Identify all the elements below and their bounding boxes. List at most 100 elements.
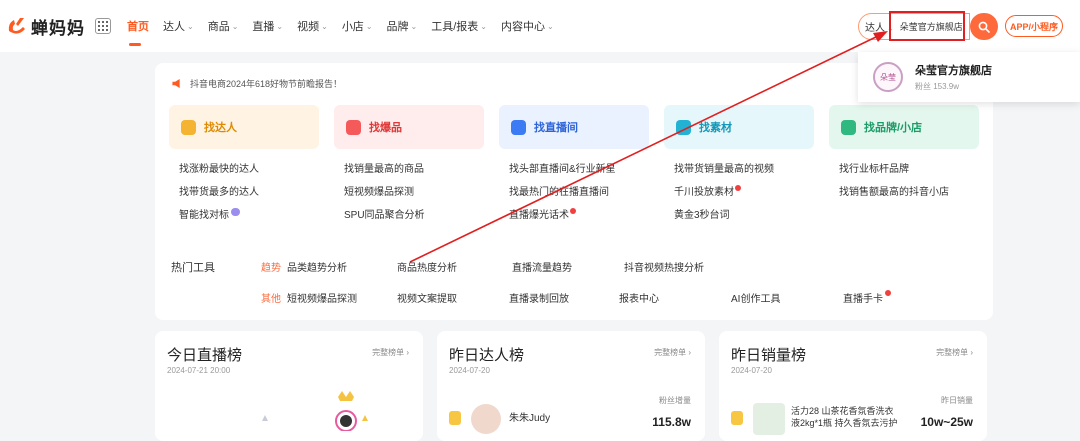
nav-item-brand[interactable]: 品牌 ⌄ <box>387 0 418 52</box>
card-title: 昨日销量榜 <box>731 347 807 364</box>
category-link[interactable]: 找销售额最高的抖音小店 <box>839 185 1004 208</box>
hot-tool-link[interactable]: 视频文案提取 <box>397 290 509 305</box>
talent-name[interactable]: 朱朱Judy <box>509 409 550 424</box>
category-link[interactable]: SPU同品聚合分析 <box>344 208 509 231</box>
category-link-column: 找头部直播间&行业新星找最热门的在播直播间 直播爆光话术 <box>509 162 674 231</box>
column-header: 粉丝增量 <box>659 396 691 405</box>
category-icon <box>676 119 691 135</box>
card-title: 昨日达人榜 <box>449 347 525 364</box>
link-text: 智能找对标 <box>179 210 229 221</box>
fans-increase: 115.8w <box>652 415 691 429</box>
category-link[interactable]: 找行业标杆品牌 <box>839 162 1004 185</box>
full-list-link[interactable]: 完整榜单 › <box>654 347 691 358</box>
annotation-highlight-box <box>889 11 965 41</box>
hot-tool-link[interactable]: 直播流量趋势 <box>512 259 624 274</box>
category-link[interactable]: 找最热门的在播直播间 <box>509 185 674 208</box>
category-icon <box>181 119 196 135</box>
nav-item-home[interactable]: 首页 <box>127 0 149 52</box>
category-link[interactable]: 直播爆光话术 <box>509 208 674 231</box>
new-dot-icon <box>570 208 576 214</box>
category-icon <box>346 119 361 135</box>
category-tile[interactable]: 找直播间 <box>499 105 649 149</box>
chevron-down-icon: ⌄ <box>231 21 239 31</box>
link-text: 短视频爆品探测 <box>344 187 414 198</box>
link-text: 找最热门的在播直播间 <box>509 187 609 198</box>
search-button[interactable] <box>970 13 998 40</box>
brand-logo[interactable]: 蝉妈妈 <box>6 14 85 39</box>
sales-volume: 10w~25w <box>920 415 973 429</box>
hot-tools-title: 热门工具 <box>171 262 215 274</box>
product-thumbnail <box>753 403 785 435</box>
category-link-column: 找带货销量最高的视频千川投放素材 黄金3秒台词 <box>674 162 839 231</box>
hot-tool-link[interactable]: 直播手卡 <box>843 290 903 305</box>
card-date: 2024-07-21 20:00 <box>167 366 231 375</box>
link-text: 找涨粉最快的达人 <box>179 164 259 175</box>
category-label: 找品牌/小店 <box>864 122 923 134</box>
nav-item-goods[interactable]: 商品 ⌄ <box>208 0 239 52</box>
full-list-link[interactable]: 完整榜单 › <box>936 347 973 358</box>
category-label: 找素材 <box>699 122 732 134</box>
category-link[interactable]: 千川投放素材 <box>674 185 839 208</box>
search-type-label: 达人 <box>865 23 885 34</box>
category-link[interactable]: 找涨粉最快的达人 <box>179 162 344 185</box>
card-date: 2024-07-20 <box>449 366 490 375</box>
link-text: 找带货销量最高的视频 <box>674 164 774 175</box>
category-tile[interactable]: 找爆品 <box>334 105 484 149</box>
category-links: 找涨粉最快的达人 找带货最多的达人 智能找对标 找销量最高的商品 短视频爆品探测 SPU同… <box>179 162 1004 231</box>
category-link-column: 找涨粉最快的达人找带货最多的达人智能找对标 <box>179 162 344 231</box>
chevron-down-icon: ⌄ <box>276 21 284 31</box>
hot-tool-link[interactable]: AI创作工具 <box>731 290 843 305</box>
full-list-link[interactable]: 完整榜单 › <box>372 347 409 358</box>
nav-label: 品牌 <box>386 21 409 33</box>
nav-label: 内容中心 <box>500 21 545 33</box>
nav-item-shop[interactable]: 小店 ⌄ <box>342 0 373 52</box>
hot-tool-link[interactable]: 商品热度分析 <box>397 259 512 274</box>
hot-tools-row-trend: 趋势 品类趋势分析 商品热度分析 直播流量趋势 抖音视频热搜分析 <box>261 259 744 274</box>
nav-item-live[interactable]: 直播 ⌄ <box>252 0 283 52</box>
category-link[interactable]: 黄金3秒台词 <box>674 208 839 231</box>
category-link[interactable]: 短视频爆品探测 <box>344 185 509 208</box>
nav-item-content[interactable]: 内容中心 ⌄ <box>501 0 554 52</box>
shop-avatar: 朵莹 <box>873 62 903 92</box>
hot-tool-link[interactable]: 报表中心 <box>619 290 731 305</box>
hot-tool-link[interactable]: 直播录制回放 <box>509 290 619 305</box>
hot-tool-link[interactable]: 抖音视频热搜分析 <box>624 259 744 274</box>
category-link[interactable]: 智能找对标 <box>179 208 344 231</box>
hot-tools-row-label: 其他 <box>261 294 281 305</box>
talent-rank-card: 昨日达人榜 完整榜单 › 2024-07-20 粉丝增量 朱朱Judy 115.… <box>437 331 705 441</box>
notice-banner[interactable]: 抖音电商2024年618好物节前瞻报告！ <box>171 77 342 90</box>
suggestion-fans: 粉丝 153.9w <box>915 82 960 91</box>
category-icon <box>841 119 856 135</box>
category-tile[interactable]: 找素材 <box>664 105 814 149</box>
category-link[interactable]: 找头部直播间&行业新星 <box>509 162 674 185</box>
link-text: 直播爆光话术 <box>509 210 569 221</box>
new-dot-icon <box>735 185 741 191</box>
podium-decoration <box>262 391 368 431</box>
category-label: 找直播间 <box>534 122 578 134</box>
avatar <box>471 404 501 434</box>
chevron-down-icon: ⌄ <box>365 21 373 31</box>
hot-tool-link[interactable]: 短视频爆品探测 <box>287 290 397 305</box>
link-text: 找销量最高的商品 <box>344 164 424 175</box>
hot-tools-row-other: 其他 短视频爆品探测 视频文案提取 直播录制回放 报表中心 AI创作工具 直播手卡 <box>261 290 891 305</box>
product-title[interactable]: 活力28 山茶花香氛香洗衣液2kg*1瓶 持久香氛去污护色洗... <box>791 405 901 429</box>
category-icon <box>511 119 526 135</box>
nav-item-talent[interactable]: 达人 ⌄ <box>163 0 194 52</box>
category-label: 找达人 <box>204 122 237 134</box>
nav-item-tools[interactable]: 工具/报表 ⌄ <box>431 0 487 52</box>
apps-grid-icon[interactable] <box>95 18 111 34</box>
live-rank-card: 今日直播榜 完整榜单 › 2024-07-21 20:00 <box>155 331 423 441</box>
crown-icon <box>262 415 268 421</box>
category-link[interactable]: 找销量最高的商品 <box>344 162 509 185</box>
nav-item-video[interactable]: 视频 ⌄ <box>297 0 328 52</box>
nav-label: 直播 <box>252 21 275 33</box>
category-tile[interactable]: 找品牌/小店 <box>829 105 979 149</box>
hot-tool-link[interactable]: 品类趋势分析 <box>287 259 397 274</box>
link-text: SPU同品聚合分析 <box>344 210 425 221</box>
category-tile[interactable]: 找达人 <box>169 105 319 149</box>
avatar-text: 朵莹 <box>880 72 896 82</box>
category-link[interactable]: 找带货最多的达人 <box>179 185 344 208</box>
category-link[interactable]: 找带货销量最高的视频 <box>674 162 839 185</box>
app-miniprogram-button[interactable]: APP/小程序 <box>1005 15 1063 37</box>
search-suggestion[interactable]: 朵莹 朵莹官方旗舰店 粉丝 153.9w <box>858 52 1080 102</box>
